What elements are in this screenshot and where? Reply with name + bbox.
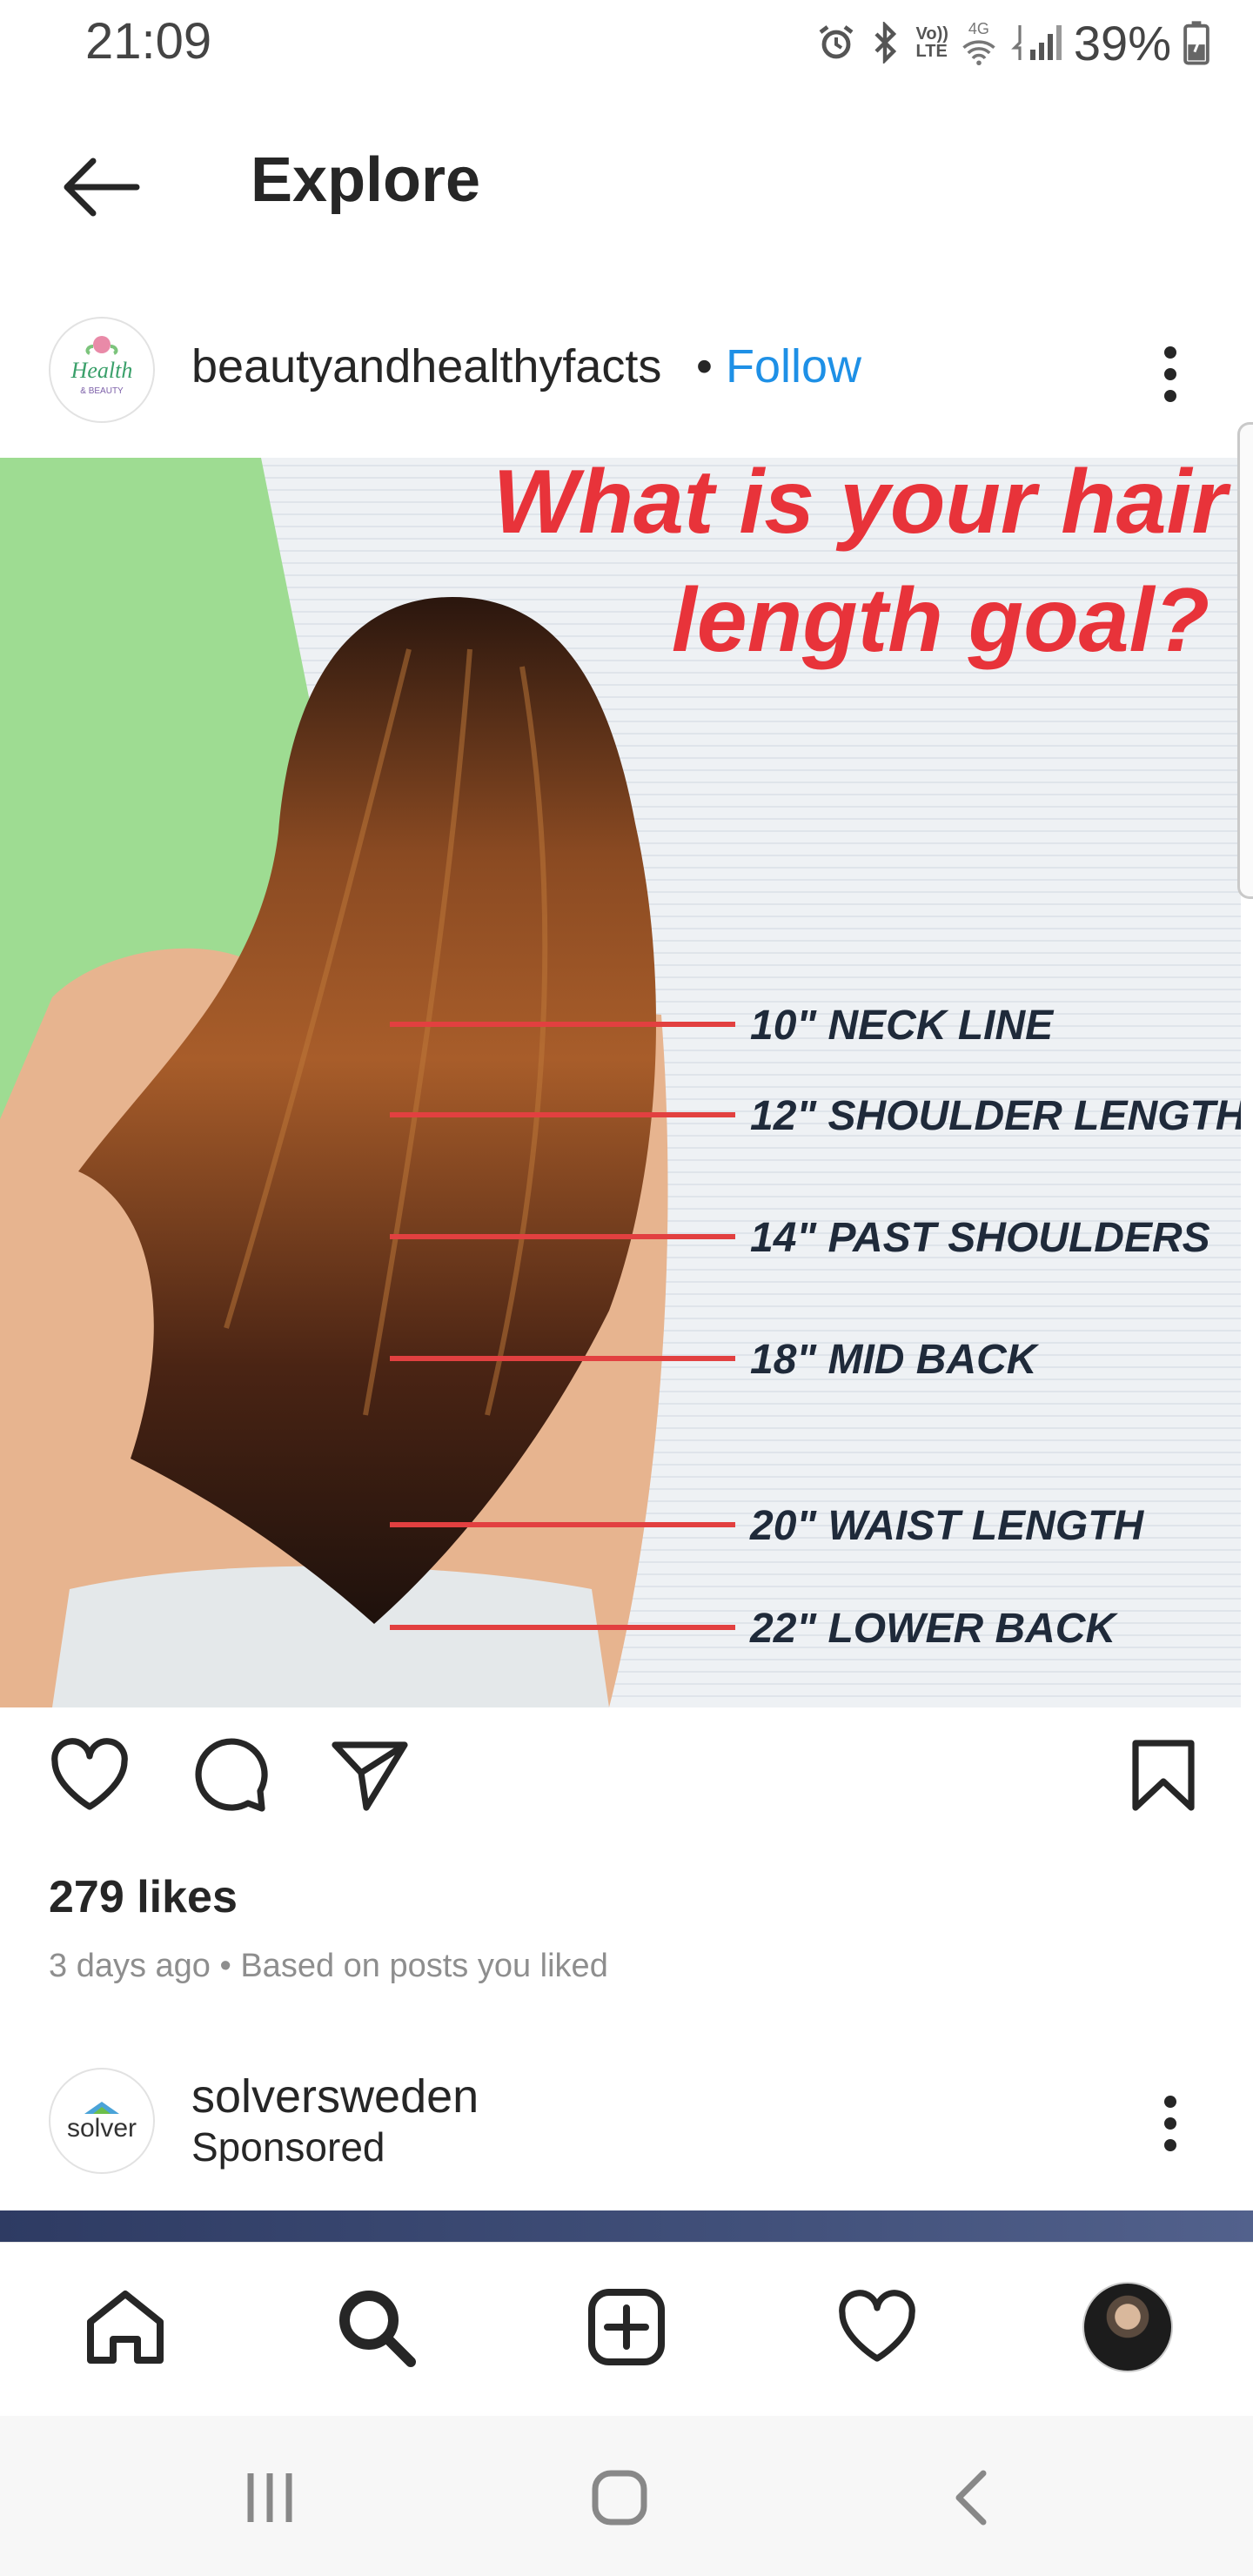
alarm-icon [819, 25, 853, 59]
marker-label-4: 18" MID BACK [750, 1337, 1040, 1383]
add-post-icon [588, 2289, 665, 2365]
infographic-title-line2: length goal? [672, 570, 1209, 671]
marker-label-5: 20" WAIST LENGTH [749, 1503, 1144, 1549]
like-button[interactable] [42, 1727, 137, 1823]
header-bar [0, 87, 1253, 287]
nav-home-button[interactable] [73, 2275, 178, 2379]
infographic-title-line1: What is your hair [492, 458, 1231, 553]
likes-count[interactable]: 279 likes [49, 1871, 238, 1923]
profile-avatar [1082, 2282, 1173, 2372]
back-chevron-icon [955, 2470, 987, 2526]
status-time: 21:09 [85, 13, 212, 70]
volte-icon: Vo)) LTE [916, 25, 948, 60]
volte-label-bottom: LTE [915, 42, 948, 61]
wifi-icon: 4G [961, 20, 997, 66]
post-more-options-button[interactable] [1140, 331, 1201, 418]
page-title: Explore [251, 145, 481, 215]
bluetooth-icon [874, 22, 896, 64]
avatar-brand-text: Health [70, 358, 133, 383]
network-type-label: 4G [968, 19, 989, 37]
battery-icon [1183, 21, 1209, 65]
search-icon [339, 2291, 416, 2367]
sponsored-label: Sponsored [191, 2124, 385, 2170]
heart-icon [51, 1738, 128, 1810]
arrow-left-icon [64, 158, 140, 217]
marker-label-3: 14" PAST SHOULDERS [750, 1215, 1210, 1261]
activity-heart-icon [839, 2290, 915, 2362]
sponsored-avatar[interactable]: solver [49, 2068, 155, 2174]
recent-apps-icon [247, 2473, 292, 2522]
marker-label-2: 12" SHOULDER LENGTH [750, 1093, 1241, 1139]
post-actions-bar [0, 1727, 1253, 1849]
recent-apps-button[interactable] [209, 2454, 331, 2541]
separator-dot: • [696, 340, 713, 392]
nav-search-button[interactable] [324, 2275, 428, 2379]
post-author-avatar[interactable]: Health & BEAUTY [49, 317, 155, 423]
home-button-icon [592, 2470, 647, 2526]
share-button[interactable] [322, 1727, 418, 1823]
volte-label-top: Vo)) [915, 24, 948, 44]
post-meta: 3 days ago • Based on posts you liked [49, 1948, 608, 1984]
more-vertical-icon [1164, 2096, 1176, 2151]
back-button[interactable] [44, 139, 157, 235]
marker-label-6: 22" LOWER BACK [749, 1606, 1118, 1652]
sponsored-image-preview[interactable] [0, 2210, 1253, 2242]
send-icon [332, 1741, 408, 1811]
nav-activity-button[interactable] [825, 2275, 929, 2379]
comment-button[interactable] [183, 1727, 278, 1823]
sponsored-username[interactable]: solversweden [191, 2070, 479, 2123]
marker-label-1: 10" NECK LINE [750, 1003, 1055, 1049]
health-beauty-logo: Health & BEAUTY [70, 336, 133, 396]
home-icon [87, 2291, 164, 2364]
battery-percentage: 39% [1073, 15, 1171, 70]
solver-logo-mark [84, 2102, 119, 2114]
comment-icon [195, 1738, 268, 1812]
sponsored-avatar-text: solver [66, 2114, 137, 2143]
post-image[interactable]: What is your hair length goal? 10" NECK … [0, 458, 1241, 1707]
avatar-brand-subtext: & BEAUTY [80, 386, 124, 396]
nav-profile-button[interactable] [1075, 2275, 1180, 2379]
scroll-indicator[interactable] [1237, 422, 1253, 899]
follow-button[interactable]: Follow [726, 339, 861, 393]
system-home-button[interactable] [559, 2454, 680, 2541]
post-author-username[interactable]: beautyandhealthyfacts [191, 339, 661, 393]
hair-length-infographic: What is your hair length goal? 10" NECK … [0, 458, 1241, 1707]
status-bar: 21:09 Vo)) LTE 4G 39% [0, 0, 1253, 87]
system-back-button[interactable] [910, 2454, 1032, 2541]
more-vertical-icon [1164, 346, 1176, 402]
signal-icon [1011, 25, 1062, 60]
sponsored-more-options-button[interactable] [1140, 2080, 1201, 2167]
save-button[interactable] [1116, 1727, 1211, 1823]
status-icons: Vo)) LTE 4G 39% [815, 12, 1210, 73]
bookmark-icon [1132, 1740, 1195, 1811]
nav-new-post-button[interactable] [574, 2275, 679, 2379]
